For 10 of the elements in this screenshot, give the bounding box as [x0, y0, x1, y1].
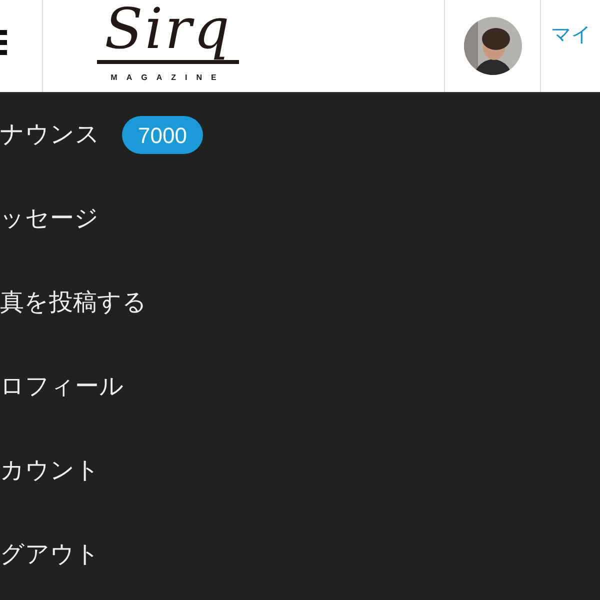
- menu-item[interactable]: 真を投稿する: [0, 285, 147, 321]
- menu-item[interactable]: グアウト: [0, 537, 100, 573]
- menu-item[interactable]: ロフィール: [0, 369, 124, 405]
- menu-icon[interactable]: [0, 30, 7, 56]
- menu-item[interactable]: カウント: [0, 453, 100, 489]
- site-logo[interactable]: Sirq MAGAZINE: [78, 0, 258, 84]
- count-badge: 7000: [122, 116, 203, 154]
- menu-item[interactable]: ッセージ: [0, 201, 99, 237]
- mypage-link[interactable]: マイ: [551, 24, 591, 46]
- menu-item[interactable]: ナウンス: [0, 117, 100, 153]
